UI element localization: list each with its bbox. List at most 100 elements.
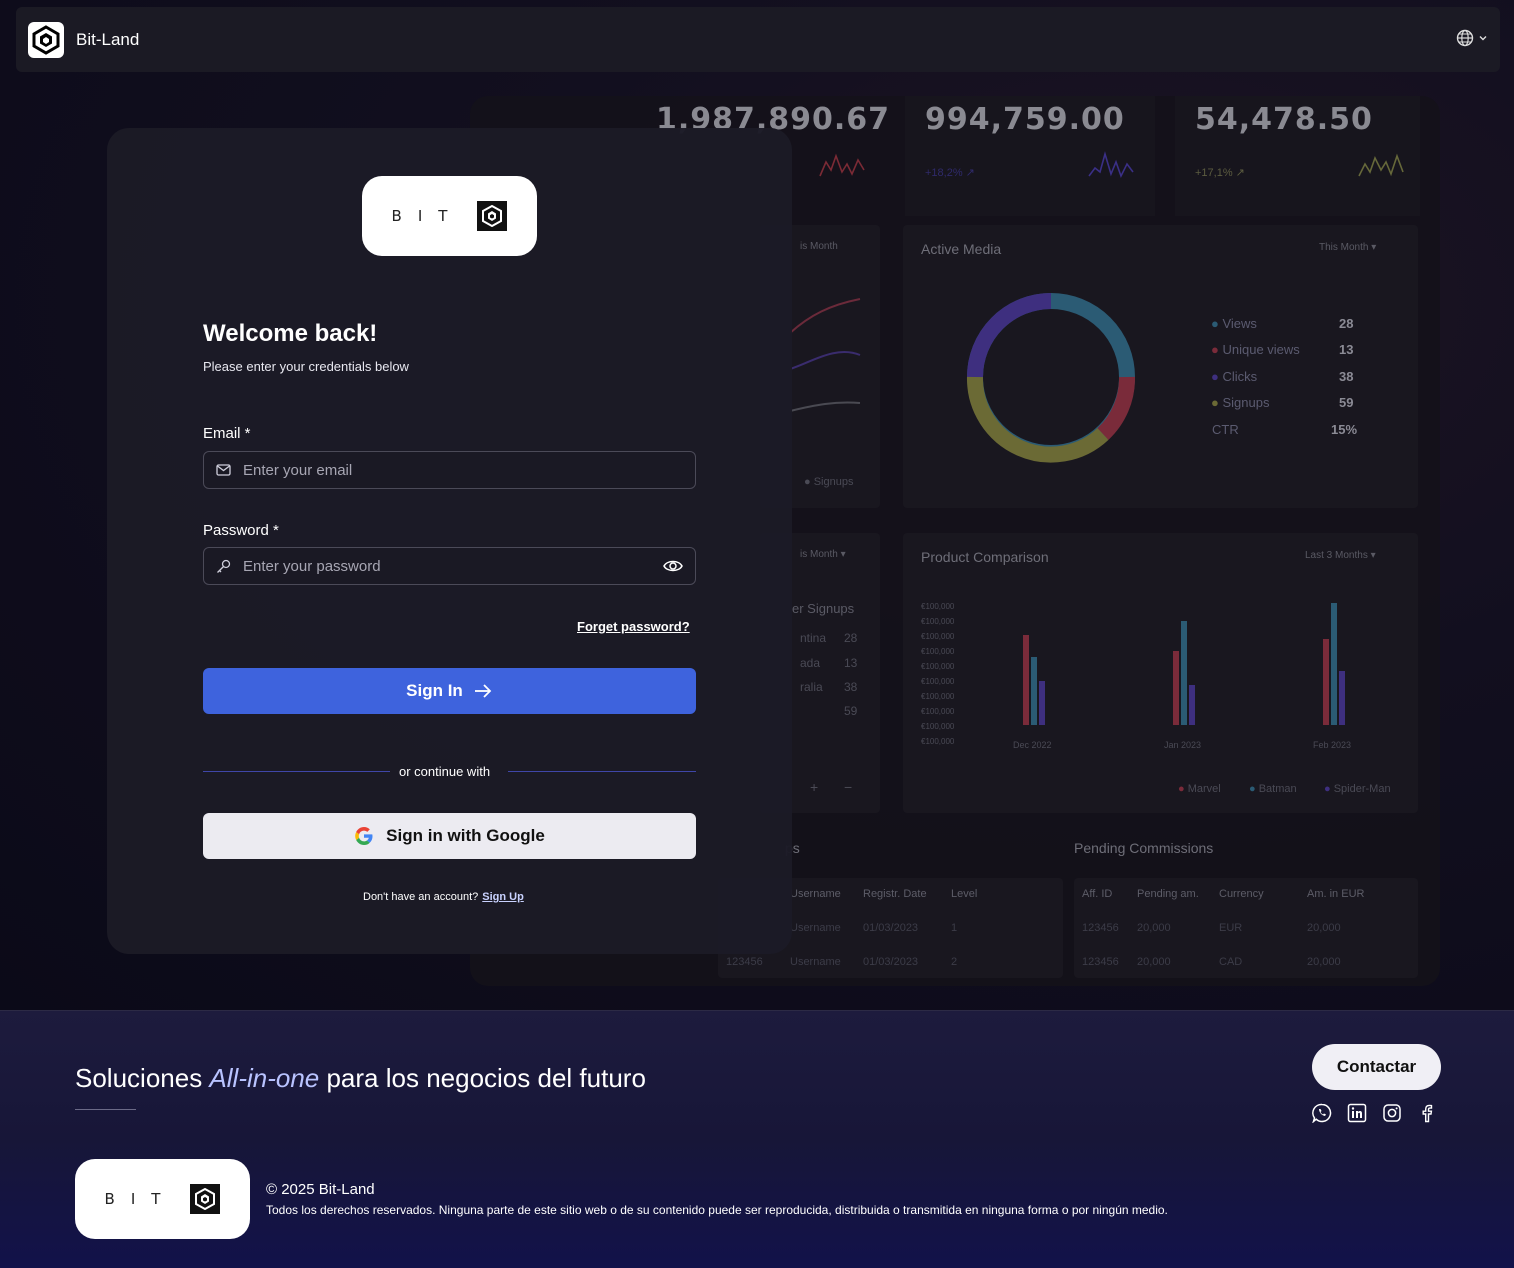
country-value: 59 (844, 704, 858, 718)
logo-text: BIT (104, 1190, 177, 1208)
sparkline-icon (1358, 153, 1404, 177)
country-value: 28 (844, 631, 858, 645)
y-axis-ticks: €100,000 €100,000 €100,000 €100,000 €100… (921, 602, 955, 746)
brand-name[interactable]: Bit-Land (76, 30, 139, 50)
panel-title: er Signups (792, 601, 855, 616)
key-icon (217, 559, 231, 573)
panel-filter: is Month ▾ (800, 549, 846, 560)
kpi-value: 54,478.50 (1195, 102, 1373, 137)
email-input[interactable] (243, 461, 643, 479)
google-icon (355, 827, 373, 845)
divider (203, 771, 390, 772)
table-header: Registr. Date (863, 888, 927, 900)
legend-item: ● Signups (804, 476, 854, 488)
bit-logo-icon (190, 1184, 221, 1214)
contact-button[interactable]: Contactar (1312, 1044, 1441, 1090)
table-title: Pending Commissions (1074, 840, 1214, 856)
rights-text: Todos los derechos reservados. Ninguna p… (266, 1203, 1168, 1217)
sparkline-icon (819, 153, 865, 177)
globe-icon (1456, 29, 1474, 47)
social-links (1312, 1103, 1437, 1123)
divider (508, 771, 696, 772)
tagline-text: para los negocios del futuro (319, 1063, 646, 1093)
table-cell: 123456 (726, 956, 763, 968)
table-header: Pending am. (1137, 888, 1199, 900)
linkedin-icon[interactable] (1347, 1103, 1367, 1123)
language-selector[interactable] (1456, 29, 1488, 47)
sign-in-button[interactable]: Sign In (203, 668, 696, 714)
email-label: Email * (203, 425, 251, 442)
legend-item: ● Marvel (1178, 783, 1221, 795)
sparkline-icon (1088, 151, 1134, 179)
kpi-value: 994,759.00 (925, 102, 1125, 137)
legend-item: ● Batman (1249, 783, 1297, 795)
brand-logo-icon[interactable] (28, 21, 64, 58)
table-cell: 2 (951, 956, 958, 968)
footer-tagline: Soluciones All-in-one para los negocios … (75, 1063, 646, 1094)
country-name: ada (800, 656, 821, 670)
divider-text: or continue with (399, 764, 491, 779)
table-cell: EUR (1219, 922, 1243, 934)
password-field[interactable] (203, 547, 696, 585)
country-name: ralia (800, 680, 823, 694)
table-cell: 01/03/2023 (863, 956, 919, 968)
bit-logo-icon (477, 201, 508, 231)
panel-filter: This Month ▾ (1319, 242, 1377, 253)
product-comparison-panel: Product Comparison Last 3 Months ▾ €100,… (903, 533, 1418, 813)
x-tick-label: Jan 2023 (1164, 740, 1202, 750)
no-account-text: Don't have an account? (363, 891, 479, 903)
welcome-heading: Welcome back! (203, 320, 378, 347)
kpi-change: +17,1% ↗ (1195, 167, 1245, 179)
table-cell: Username (790, 922, 841, 934)
top-navbar: Bit-Land (16, 7, 1500, 72)
table-cell: 20,000 (1307, 922, 1341, 934)
table-cell: 123456 (1082, 956, 1119, 968)
google-sign-in-label: Sign in with Google (386, 826, 545, 845)
google-sign-in-button[interactable]: Sign in with Google (203, 813, 696, 859)
welcome-subtitle: Please enter your credentials below (203, 359, 409, 374)
sign-up-link[interactable]: Sign Up (482, 891, 524, 903)
chevron-down-icon (1479, 36, 1487, 41)
footer-logo: BIT (75, 1159, 250, 1239)
kpi-card: 994,759.00 +18,2% ↗ (905, 96, 1155, 216)
country-name: ntina (800, 631, 827, 645)
sign-in-label: Sign In (406, 681, 463, 700)
pending-commissions-table: Aff. ID Pending am. Currency Am. in EUR … (1074, 878, 1418, 978)
zoom-in-icon: + (810, 779, 819, 795)
signup-row: Don't have an account? Sign Up (363, 891, 524, 903)
footer: Soluciones All-in-one para los negocios … (0, 1010, 1514, 1268)
donut-chart (966, 293, 1135, 463)
instagram-icon[interactable] (1382, 1103, 1402, 1123)
legend-item: ● Spider-Man (1324, 783, 1391, 795)
divider (75, 1109, 136, 1110)
bar-chart (1023, 603, 1345, 725)
mail-icon (216, 464, 231, 476)
kpi-card: 54,478.50 +17,1% ↗ (1175, 96, 1420, 216)
table-cell: Username (790, 956, 841, 968)
whatsapp-icon[interactable] (1312, 1103, 1332, 1123)
line-chart (790, 298, 861, 412)
country-value: 38 (844, 680, 858, 694)
tagline-emphasis: All-in-one (209, 1063, 320, 1093)
active-media-panel: Active Media This Month ▾ ● Views 28 ● Un… (903, 225, 1418, 508)
show-password-icon[interactable] (663, 557, 683, 580)
table-cell: CAD (1219, 956, 1243, 968)
facebook-icon[interactable] (1417, 1103, 1437, 1123)
email-field[interactable] (203, 451, 696, 489)
table-cell: 01/03/2023 (863, 922, 919, 934)
table-cell: 20,000 (1137, 956, 1171, 968)
table-cell: 20,000 (1137, 922, 1171, 934)
table-cell: 123456 (1082, 922, 1119, 934)
password-input[interactable] (243, 557, 643, 575)
panel-filter: Last 3 Months ▾ (1305, 550, 1376, 561)
login-card: BIT Welcome back! Please enter your cred… (107, 128, 792, 954)
x-tick-label: Feb 2023 (1313, 740, 1352, 750)
table-header: Level (951, 888, 978, 900)
copyright-text: © 2025 Bit-Land (266, 1181, 375, 1198)
panel-title: Active Media (921, 241, 1002, 257)
table-cell: 20,000 (1307, 956, 1341, 968)
arrow-right-icon (474, 684, 492, 698)
login-logo: BIT (362, 176, 537, 256)
forgot-password-link[interactable]: Forget password? (577, 619, 690, 634)
table-header: Username (790, 888, 841, 900)
